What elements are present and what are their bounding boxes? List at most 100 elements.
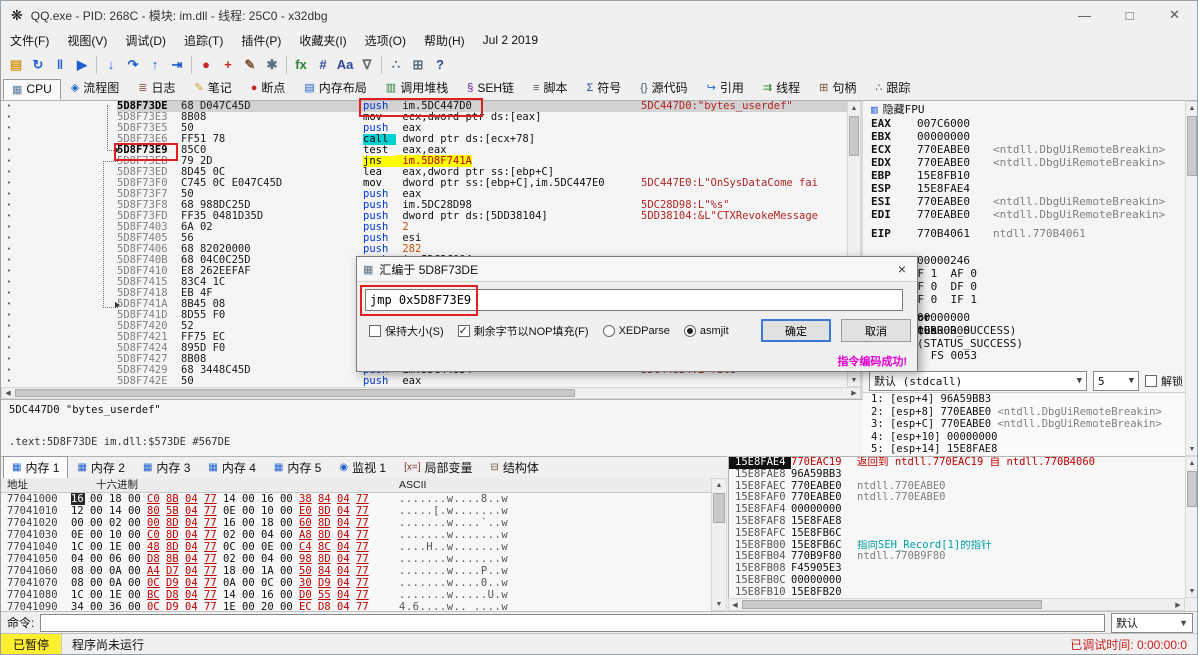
stack-row[interactable]: 15E8FAF8 15E8FAE8 xyxy=(729,515,1185,528)
cancel-button[interactable]: 取消 xyxy=(841,319,911,342)
maximize-button[interactable]: □ xyxy=(1107,1,1152,29)
breakpoint-dot-icon[interactable]: • xyxy=(1,277,17,288)
eip-row[interactable]: EIP 770B4061 ntdll.770B4061 xyxy=(863,227,1185,240)
handles-icon[interactable]: ⊞ xyxy=(407,54,429,76)
breakpoint-dot-icon[interactable]: • xyxy=(1,255,17,266)
scroll-up-icon[interactable]: ▲ xyxy=(1186,457,1197,469)
dialog-close-icon[interactable]: × xyxy=(887,261,917,277)
tab-graph[interactable]: ◈ 流程图 xyxy=(62,76,128,100)
tab-threads[interactable]: ⇉ 线程 xyxy=(754,76,809,100)
scrollbar-thumb[interactable] xyxy=(1187,116,1197,176)
tab-call-stack[interactable]: ▥ 调用堆栈 xyxy=(377,76,457,100)
breakpoint-dot-icon[interactable]: • xyxy=(1,167,17,178)
restart-icon[interactable]: ↻ xyxy=(27,54,49,76)
calling-convention-select[interactable]: 默认 (stdcall) ▼ xyxy=(869,371,1087,391)
breakpoint-dot-icon[interactable]: • xyxy=(1,222,17,233)
scroll-down-icon[interactable]: ▼ xyxy=(848,374,860,386)
fx-icon[interactable]: fx xyxy=(290,54,312,76)
xedparse-radio[interactable]: XEDParse xyxy=(602,325,670,337)
breakpoint-dot-icon[interactable]: • xyxy=(1,310,17,321)
dump-row[interactable]: 77041080 1C 00 1E 00 BC D8 04 77 14 00 16 00 D0 55 04 77… xyxy=(1,589,711,601)
filter-icon[interactable]: ∇ xyxy=(356,54,378,76)
dump-row[interactable]: 77041070 08 00 0A 00 0C D9 04 77 0A 00 0C 00 30 D9 04 77… xyxy=(1,577,711,589)
register-row[interactable]: EDI 770EABE0 <ntdll.DbgUiRemoteBreakin> xyxy=(863,208,1185,221)
tab-dump-2[interactable]: ▦ 内存 2 xyxy=(68,456,133,479)
register-row[interactable]: ESP 15E8FAE4 xyxy=(863,182,1185,195)
stack-row[interactable]: 15E8FAFC 15E8FB6C xyxy=(729,527,1185,540)
dialog-title-bar[interactable]: ▦ 汇编于 5D8F73DE × xyxy=(357,257,917,282)
stack-argument-row[interactable]: 2: [esp+8] 770EABE0 <ntdll.DbgUiRemoteBr… xyxy=(863,406,1185,419)
breakpoint-dot-icon[interactable]: • xyxy=(1,112,17,123)
dump-row[interactable]: 77041040 1C 00 1E 00 48 8D 04 77 0C 00 0E 00 C4 8C 04 77… xyxy=(1,541,711,553)
scroll-down-icon[interactable]: ▼ xyxy=(1186,585,1197,597)
breakpoint-dot-icon[interactable]: • xyxy=(1,332,17,343)
breakpoint-dot-icon[interactable]: • xyxy=(1,321,17,332)
register-row[interactable]: ECX 770EABE0 <ntdll.DbgUiRemoteBreakin> xyxy=(863,143,1185,156)
breakpoint-dot-icon[interactable]: • xyxy=(1,343,17,354)
menu-item[interactable]: 帮助(H) xyxy=(415,29,474,52)
tab-trace[interactable]: ∴ 跟踪 xyxy=(866,76,919,100)
menu-item[interactable]: 收藏夹(I) xyxy=(290,29,355,52)
scroll-up-icon[interactable]: ▲ xyxy=(1186,102,1197,114)
dump-row[interactable]: 77041000 16 00 18 00 C0 8B 04 77 14 00 16 00 38 84 04 77… xyxy=(1,493,711,505)
stack-pane[interactable]: 15E8FAE4 770EAC19 返回到 ntdll.770EAC19 自 ntd… xyxy=(728,456,1185,598)
stack-argument-row[interactable]: 4: [esp+10] 00000000 xyxy=(863,431,1185,444)
breakpoint-dot-icon[interactable]: • xyxy=(1,354,17,365)
breakpoint-dot-icon[interactable]: • xyxy=(1,156,17,167)
tab-struct[interactable]: ⊟ 结构体 xyxy=(482,456,548,479)
dump-row[interactable]: 77041090 34 00 36 00 0C D9 04 77 1E 00 20 00 EC D8 04 77… xyxy=(1,601,711,611)
breakpoint-dot-icon[interactable]: • xyxy=(1,376,17,387)
breakpoint-dot-icon[interactable]: • xyxy=(1,365,17,376)
settings-gear-icon[interactable]: ✱ xyxy=(261,54,283,76)
help-icon[interactable]: ? xyxy=(429,54,451,76)
tab-dump-3[interactable]: ▦ 内存 3 xyxy=(134,456,199,479)
menu-item[interactable]: 插件(P) xyxy=(232,29,290,52)
command-input[interactable] xyxy=(40,613,1105,632)
scrollbar-thumb[interactable] xyxy=(1187,471,1197,507)
register-row[interactable]: EBP 15E8FB10 xyxy=(863,169,1185,182)
stack-row[interactable]: 15E8FB0C 00000000 xyxy=(729,574,1185,587)
asmjit-radio[interactable]: asmjit xyxy=(683,325,729,337)
menu-item[interactable]: 选项(O) xyxy=(356,29,415,52)
breakpoint-dot-icon[interactable]: • xyxy=(1,211,17,222)
scroll-up-icon[interactable]: ▲ xyxy=(712,479,726,491)
menu-item[interactable]: 文件(F) xyxy=(1,29,58,52)
stack-row[interactable]: 15E8FAE8 96A59BB3 xyxy=(729,468,1185,481)
tab-handles[interactable]: ⊞ 句柄 xyxy=(810,76,865,100)
breakpoint-dot-icon[interactable]: • xyxy=(1,123,17,134)
scrollbar-thumb[interactable] xyxy=(713,493,725,523)
menu-item[interactable]: 视图(V) xyxy=(58,29,116,52)
unlock-checkbox[interactable]: 解锁 xyxy=(1145,373,1183,389)
scroll-left-icon[interactable]: ◀ xyxy=(2,388,14,398)
register-row[interactable]: ESI 770EABE0 <ntdll.DbgUiRemoteBreakin> xyxy=(863,195,1185,208)
tab-notes[interactable]: ✎ 笔记 xyxy=(185,76,240,100)
trace-icon[interactable]: ∴ xyxy=(385,54,407,76)
register-row[interactable]: EAX 007C6000 xyxy=(863,117,1185,130)
tab-locals[interactable]: [x=] 局部变量 xyxy=(395,456,481,479)
tab-seh[interactable]: § SEH链 xyxy=(458,76,523,100)
breakpoint-dot-icon[interactable]: • xyxy=(1,299,17,310)
tab-script[interactable]: ≡ 脚本 xyxy=(524,76,576,100)
tab-dump-5[interactable]: ▦ 内存 5 xyxy=(265,456,330,479)
tab-symbols[interactable]: Σ 符号 xyxy=(577,76,630,100)
tab-watch-1[interactable]: ◉ 监视 1 xyxy=(330,456,395,479)
breakpoint-dot-icon[interactable]: • xyxy=(1,288,17,299)
disasm-horizontal-scrollbar[interactable]: ◀ ▶ xyxy=(1,387,861,399)
hide-fpu-button[interactable]: ▥ 隐藏FPU xyxy=(863,101,1185,117)
stack-argument-row[interactable]: 1: [esp+4] 96A59BB3 xyxy=(863,393,1185,406)
dump-row[interactable]: 77041060 08 00 0A 00 A4 D7 04 77 18 00 1A 00 50 84 04 77… xyxy=(1,565,711,577)
scroll-down-icon[interactable]: ▼ xyxy=(712,598,726,610)
breakpoint-dot-icon[interactable]: • xyxy=(1,244,17,255)
breakpoint-dot-icon[interactable]: • xyxy=(1,200,17,211)
stack-horizontal-scrollbar[interactable]: ◀ ▶ xyxy=(728,598,1185,611)
arg-count-select[interactable]: 5 ▼ xyxy=(1093,371,1139,391)
stack-vertical-scrollbar[interactable]: ▲ ▼ xyxy=(1185,456,1197,598)
tab-breakpoints[interactable]: ● 断点 xyxy=(242,76,295,100)
command-profile-select[interactable]: 默认 ▼ xyxy=(1111,612,1193,633)
scrollbar-thumb[interactable] xyxy=(742,600,1042,609)
run-to-return-icon[interactable]: ⇥ xyxy=(166,54,188,76)
stack-argument-row[interactable]: 5: [esp+14] 15E8FAE8 xyxy=(863,443,1185,456)
tab-dump-1[interactable]: ▦ 内存 1 xyxy=(3,456,69,479)
breakpoint-dot-icon[interactable]: • xyxy=(1,189,17,200)
scroll-left-icon[interactable]: ◀ xyxy=(729,599,741,610)
